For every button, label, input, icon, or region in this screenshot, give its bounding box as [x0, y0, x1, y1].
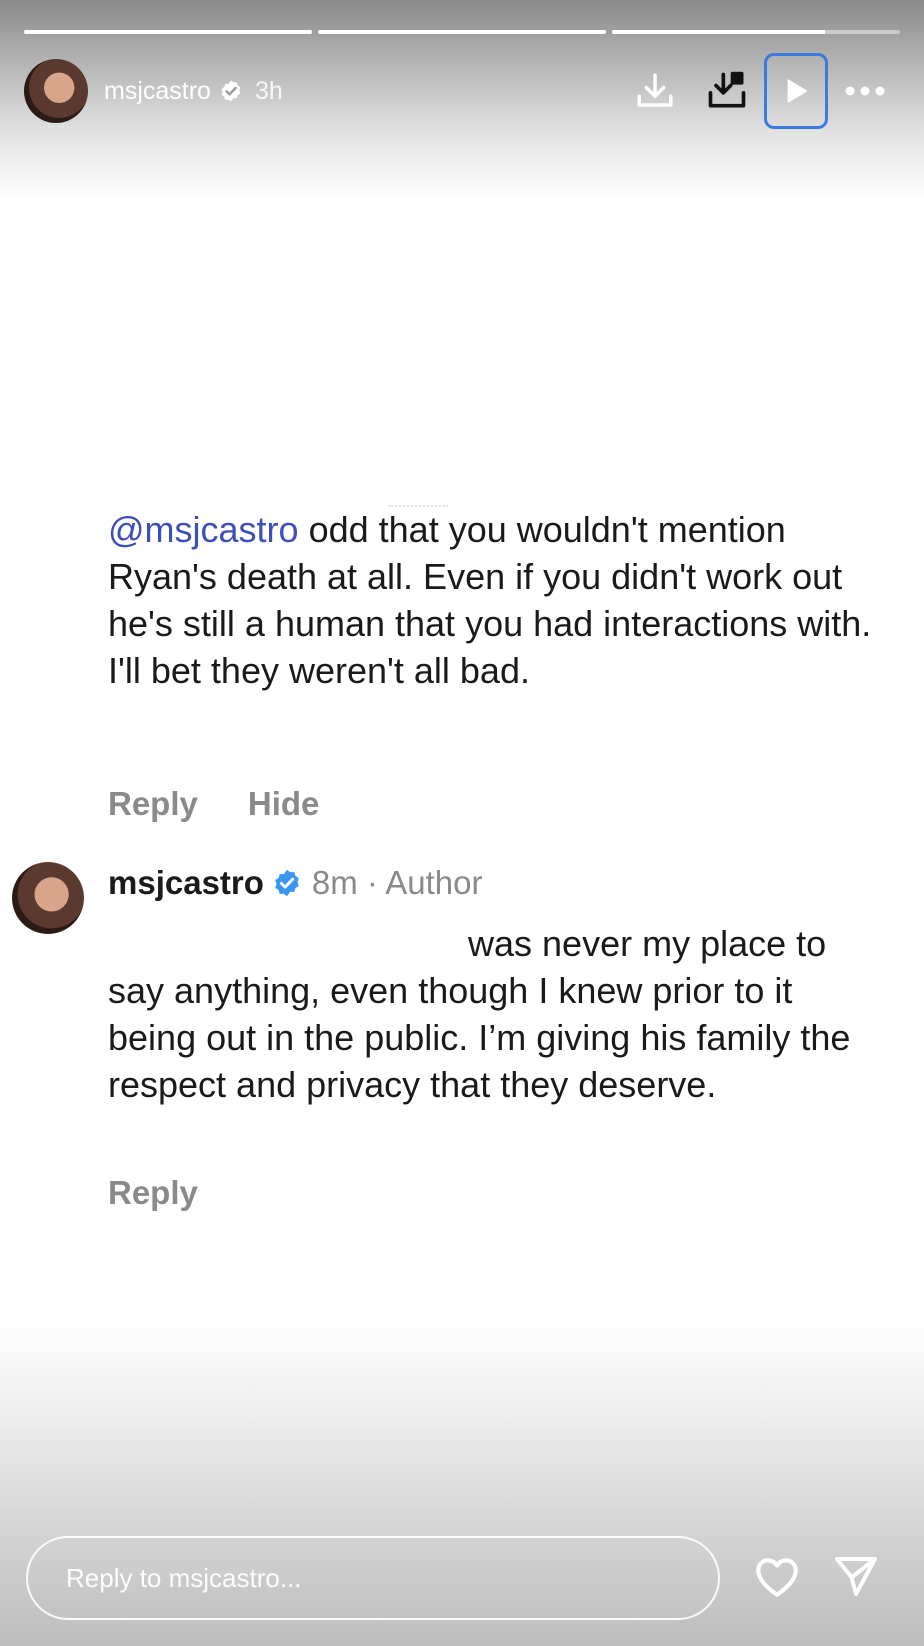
reply-reply-button[interactable]: Reply	[108, 1174, 198, 1212]
reply-username[interactable]: msjcastro	[108, 864, 264, 902]
story-avatar[interactable]	[24, 59, 88, 123]
progress-segment	[318, 30, 606, 34]
comment-reply-button[interactable]: Reply	[108, 785, 198, 823]
play-icon	[787, 79, 807, 103]
reply-text: was never my place to say anything, even…	[108, 923, 851, 1105]
send-icon	[835, 1557, 877, 1596]
verified-badge-icon	[272, 868, 302, 898]
story-progress	[24, 30, 900, 34]
more-horizontal-icon	[845, 86, 885, 96]
download-button[interactable]	[620, 51, 690, 131]
story-header: msjcastro 3h	[24, 53, 900, 129]
progress-segment	[24, 30, 312, 34]
progress-segment	[612, 30, 900, 34]
save-to-device-icon	[708, 71, 746, 108]
save-button[interactable]	[692, 51, 762, 131]
comment-text: @msjcastro odd that you wouldn't mention…	[108, 506, 888, 694]
story-time: 3h	[254, 76, 283, 105]
reply-input[interactable]: Reply to msjcastro...	[26, 1536, 720, 1620]
more-button[interactable]	[830, 51, 900, 131]
story-username[interactable]: msjcastro	[104, 77, 211, 106]
reply-header: msjcastro 8m · Author	[108, 864, 483, 902]
download-icon	[637, 73, 673, 107]
comment-mention[interactable]: @msjcastro	[108, 509, 299, 550]
comment-hide-button[interactable]: Hide	[248, 785, 320, 823]
reply-avatar[interactable]	[12, 862, 84, 934]
like-button[interactable]	[752, 1552, 802, 1602]
verified-badge-icon	[219, 79, 243, 103]
reply-actions: Reply	[108, 1174, 198, 1212]
story-content: @msjcastro odd that you wouldn't mention…	[0, 0, 924, 1646]
reply-input-placeholder: Reply to msjcastro...	[66, 1562, 302, 1593]
reply-meta: 8m · Author	[311, 864, 483, 901]
heart-icon	[756, 1558, 798, 1597]
play-button[interactable]	[764, 53, 828, 129]
send-button[interactable]	[832, 1552, 882, 1602]
comment-actions: Reply Hide	[108, 785, 319, 823]
